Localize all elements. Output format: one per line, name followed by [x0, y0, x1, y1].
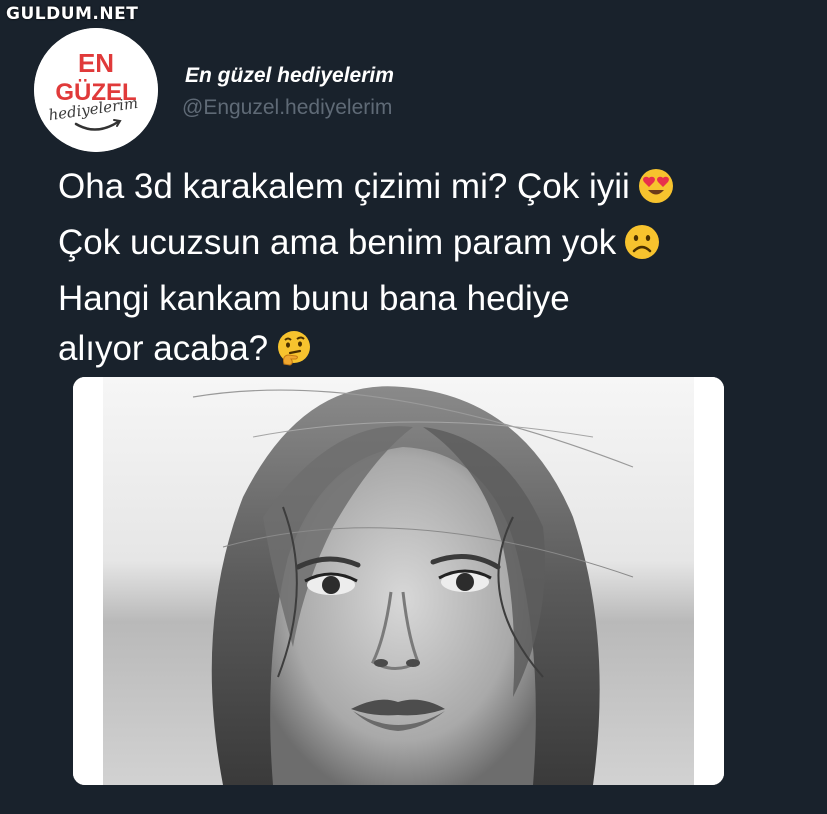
- tweet-line: Çok ucuzsun ama benim param yok: [58, 218, 778, 274]
- logo-text-en: EN: [78, 48, 114, 78]
- tweet-line: alıyor acaba?: [58, 324, 778, 380]
- thinking-face-emoji-icon: [276, 330, 312, 380]
- avatar[interactable]: EN GÜZEL hediyelerim: [34, 28, 158, 152]
- frowning-face-emoji-icon: [624, 224, 660, 274]
- tweet-image[interactable]: [73, 377, 724, 785]
- pencil-portrait-drawing: [73, 377, 724, 785]
- account-handle[interactable]: @Enguzel.hediyelerim: [182, 96, 392, 120]
- tweet-line: Oha 3d karakalem çizimi mi? Çok iyii: [58, 162, 778, 218]
- tweet-line: Hangi kankam bunu bana hediye: [58, 279, 570, 318]
- tweet-text: Oha 3d karakalem çizimi mi? Çok iyii Çok…: [58, 162, 778, 380]
- display-name[interactable]: En güzel hediyelerim: [185, 64, 394, 88]
- heart-eyes-emoji-icon: [638, 168, 674, 218]
- logo-icon: EN GÜZEL hediyelerim: [34, 28, 158, 152]
- watermark: GULDUM.NET: [6, 4, 139, 24]
